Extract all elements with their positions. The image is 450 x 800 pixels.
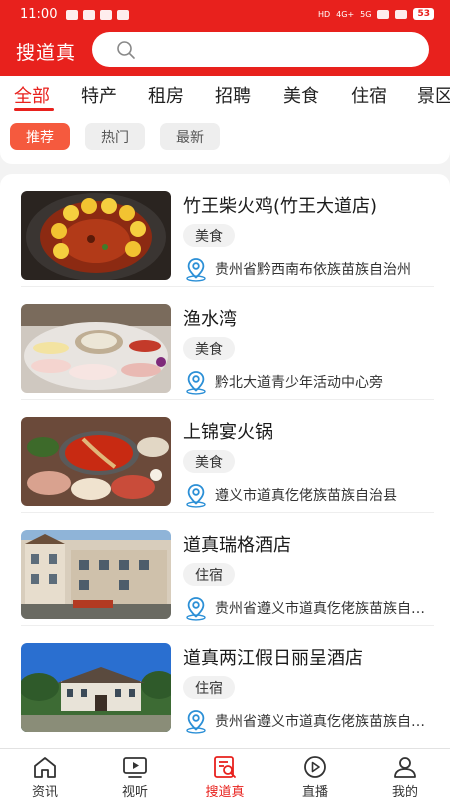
item-address: 贵州省遵义市道真仡佬族苗族自治县 bbox=[215, 714, 435, 730]
battery-icon: 53 bbox=[413, 8, 434, 20]
home-icon bbox=[34, 757, 56, 778]
location-pin-icon bbox=[186, 484, 206, 508]
thumbnail-image bbox=[21, 530, 171, 619]
nav-label: 搜道真 bbox=[205, 785, 245, 800]
search-doc-icon bbox=[214, 756, 236, 778]
nav-live[interactable]: 直播 bbox=[280, 755, 350, 800]
live-play-icon bbox=[304, 756, 326, 778]
item-location: 贵州省黔西南布依族苗族自治州 bbox=[183, 256, 435, 282]
location-pin-icon bbox=[186, 371, 206, 395]
location-pin-icon bbox=[186, 710, 206, 734]
list-item[interactable]: 道真两江假日丽呈酒店 住宿 贵州省遵义市道真仡佬族苗族自治县 bbox=[0, 626, 450, 739]
item-address: 黔北大道青少年活动中心旁 bbox=[215, 375, 383, 391]
search-icon bbox=[117, 41, 135, 59]
tab-lodging[interactable]: 住宿 bbox=[351, 82, 387, 108]
wifi-icon bbox=[395, 9, 408, 19]
item-title: 渔水湾 bbox=[183, 309, 237, 330]
tab-jobs[interactable]: 招聘 bbox=[215, 82, 251, 108]
item-address: 遵义市道真仡佬族苗族自治县 bbox=[215, 488, 397, 504]
list-item[interactable]: 竹王柴火鸡(竹王大道店) 美食 贵州省黔西南布依族苗族自治州 bbox=[0, 174, 450, 287]
category-panel: 全部 特产 租房 招聘 美食 住宿 景区 推荐 热门 最新 bbox=[0, 76, 450, 164]
item-title: 道真两江假日丽呈酒店 bbox=[183, 648, 363, 669]
tab-all[interactable]: 全部 bbox=[14, 82, 50, 108]
filter-recommended[interactable]: 推荐 bbox=[10, 123, 70, 150]
item-location: 贵州省遵义市道真仡佬族苗族自治县 bbox=[183, 708, 435, 734]
status-time: 11:00 bbox=[20, 7, 58, 22]
notification-icon bbox=[117, 10, 129, 20]
nav-label: 资讯 bbox=[31, 785, 58, 800]
tv-play-icon bbox=[123, 757, 147, 778]
filter-popular[interactable]: 热门 bbox=[85, 123, 145, 150]
category-tag: 住宿 bbox=[183, 563, 235, 586]
item-title: 道真瑞格酒店 bbox=[183, 535, 291, 556]
item-address: 贵州省遵义市道真仡佬族苗族自治县 bbox=[215, 601, 435, 617]
nav-mine[interactable]: 我的 bbox=[370, 755, 440, 800]
result-list: 竹王柴火鸡(竹王大道店) 美食 贵州省黔西南布依族苗族自治州 渔水湾 美食 黔北… bbox=[0, 174, 450, 748]
nav-news[interactable]: 资讯 bbox=[10, 755, 80, 800]
app-header: 11:00 HD 4G+ 5G 53 搜道真 bbox=[0, 0, 450, 76]
filter-latest[interactable]: 最新 bbox=[160, 123, 220, 150]
signal-bars-icon bbox=[377, 9, 390, 19]
tab-scenic[interactable]: 景区 bbox=[417, 82, 450, 108]
user-icon bbox=[394, 757, 416, 778]
tab-specialty[interactable]: 特产 bbox=[81, 82, 117, 108]
category-tag: 美食 bbox=[183, 224, 235, 247]
nav-label: 直播 bbox=[301, 785, 328, 800]
item-location: 黔北大道青少年活动中心旁 bbox=[183, 369, 435, 395]
thumbnail-image bbox=[21, 304, 171, 393]
category-tag: 住宿 bbox=[183, 676, 235, 699]
tab-food[interactable]: 美食 bbox=[283, 82, 319, 108]
item-location: 贵州省遵义市道真仡佬族苗族自治县 bbox=[183, 595, 435, 621]
location-pin-icon bbox=[186, 258, 206, 282]
status-right: HD 4G+ 5G 53 bbox=[318, 8, 434, 20]
item-title: 竹王柴火鸡(竹王大道店) bbox=[183, 196, 378, 217]
nav-media[interactable]: 视听 bbox=[100, 755, 170, 800]
search-input[interactable] bbox=[92, 32, 429, 67]
status-bar: 11:00 HD 4G+ 5G 53 bbox=[0, 0, 450, 30]
category-tabs: 全部 特产 租房 招聘 美食 住宿 景区 bbox=[0, 82, 450, 112]
notification-icon bbox=[66, 10, 78, 20]
item-address: 贵州省黔西南布依族苗族自治州 bbox=[215, 262, 411, 278]
nav-search[interactable]: 搜道真 bbox=[190, 755, 260, 800]
list-item[interactable]: 上锦宴火锅 美食 遵义市道真仡佬族苗族自治县 bbox=[0, 400, 450, 513]
notification-icon bbox=[83, 10, 95, 20]
thumbnail-image bbox=[21, 191, 171, 280]
tab-rental[interactable]: 租房 bbox=[148, 82, 184, 108]
active-tab-indicator bbox=[14, 108, 54, 111]
nav-label: 视听 bbox=[121, 785, 148, 800]
item-location: 遵义市道真仡佬族苗族自治县 bbox=[183, 482, 435, 508]
signal-hd: HD bbox=[317, 9, 331, 19]
thumbnail-image bbox=[21, 417, 171, 506]
notification-icons bbox=[66, 10, 129, 20]
list-item[interactable]: 渔水湾 美食 黔北大道青少年活动中心旁 bbox=[0, 287, 450, 400]
signal-5g: 5G bbox=[360, 9, 372, 19]
thumbnail-image bbox=[21, 643, 171, 732]
notification-icon bbox=[100, 10, 112, 20]
category-tag: 美食 bbox=[183, 450, 235, 473]
bottom-nav: 资讯 视听 搜道真 直播 我的 bbox=[0, 748, 450, 800]
list-item[interactable]: 道真瑞格酒店 住宿 贵州省遵义市道真仡佬族苗族自治县 bbox=[0, 513, 450, 626]
item-title: 上锦宴火锅 bbox=[183, 422, 273, 443]
brand-title: 搜道真 bbox=[16, 42, 77, 64]
signal-4g: 4G+ bbox=[336, 9, 355, 19]
nav-label: 我的 bbox=[391, 785, 418, 800]
location-pin-icon bbox=[186, 597, 206, 621]
category-tag: 美食 bbox=[183, 337, 235, 360]
